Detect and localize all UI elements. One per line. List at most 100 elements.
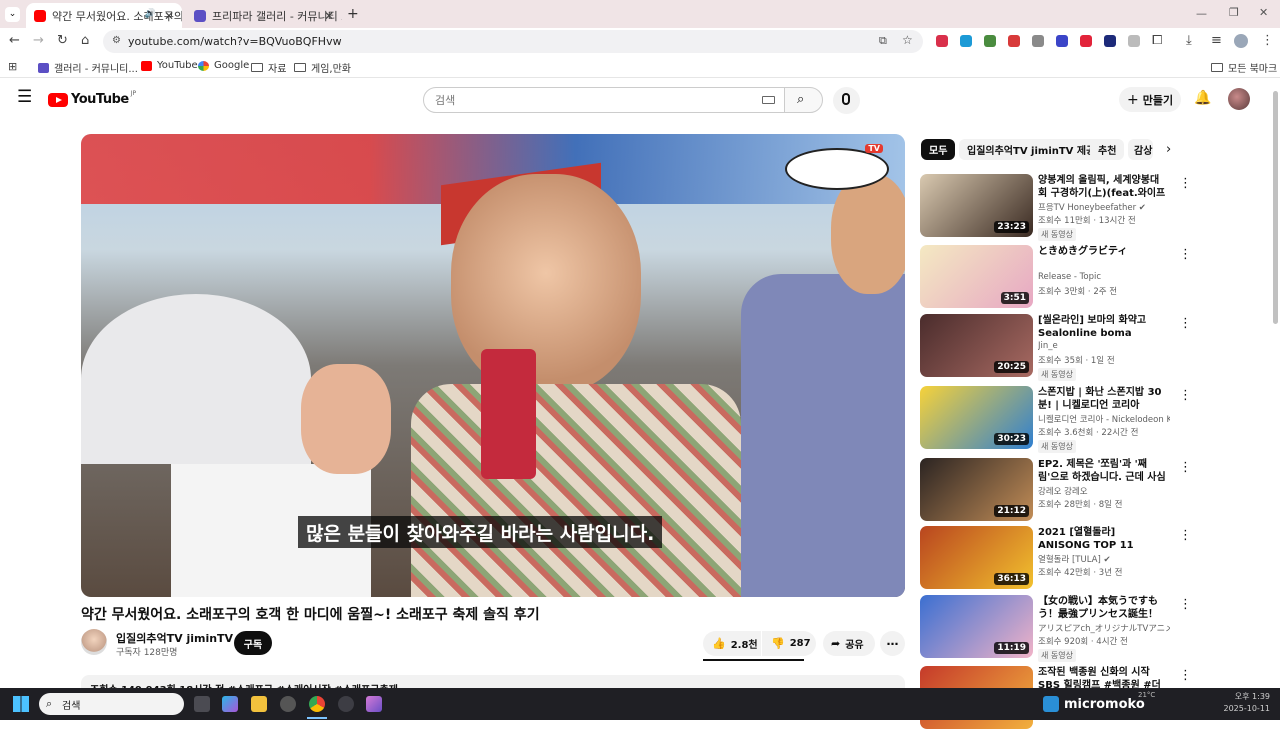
more-options-icon[interactable]: ⋮ xyxy=(1179,598,1192,611)
close-window-icon[interactable]: ✕ xyxy=(1259,6,1268,19)
bookmark-gallery[interactable]: 갤러리 - 커뮤니티... xyxy=(38,60,138,75)
extensions-puzzle-icon[interactable]: ⧠ xyxy=(1152,34,1162,47)
search-input[interactable]: 검색 xyxy=(423,87,785,113)
chip-all[interactable]: 모두 xyxy=(921,139,956,160)
chrome-icon[interactable] xyxy=(309,696,325,712)
video-thumbnail[interactable]: 11:19 xyxy=(920,595,1033,658)
extension-icon[interactable] xyxy=(1104,35,1116,47)
video-thumbnail[interactable]: 30:23 xyxy=(920,386,1033,449)
recommended-channel[interactable]: 니켈로디언 코리아 - Nickelodeon Korea xyxy=(1038,413,1170,425)
more-actions-button[interactable]: ⋯ xyxy=(880,631,905,656)
bookmark-folder-games[interactable]: 게임,만화 xyxy=(294,60,351,75)
keyboard-icon[interactable] xyxy=(762,96,775,104)
home-icon[interactable]: ⌂ xyxy=(81,34,89,47)
video-thumbnail[interactable]: 36:13 xyxy=(920,526,1033,589)
site-info-icon[interactable]: ⚙ xyxy=(112,35,121,46)
apps-grid-icon[interactable]: ⊞ xyxy=(8,60,17,73)
recommended-title[interactable]: 【女の戦い】本気うですもう！最強プリンセス誕生！【プリ... xyxy=(1038,595,1168,621)
dislike-button[interactable]: 👎 287 xyxy=(762,631,816,656)
address-bar[interactable]: ⚙ youtube.com/watch?v=BQVuoBQFHvw ⧉ ☆ xyxy=(103,30,923,53)
recommended-video[interactable]: 20:25 [씰온라인] 보마의 화약고 Sealonline boma Jin_e… xyxy=(920,314,1192,381)
windows-start-icon[interactable] xyxy=(13,696,29,712)
channel-name[interactable]: 입질의추억TV jiminTV xyxy=(116,630,233,646)
page-scrollbar[interactable] xyxy=(1271,79,1280,688)
close-tab-icon[interactable]: ✕ xyxy=(164,9,174,23)
youtube-logo[interactable]: YouTube JP xyxy=(48,90,136,107)
bookmark-youtube[interactable]: YouTube xyxy=(141,60,198,71)
chip-watched[interactable]: 감상 xyxy=(1128,139,1153,160)
share-button[interactable]: ➦ 공유 xyxy=(823,631,875,656)
extension-icon[interactable] xyxy=(1080,35,1092,47)
extension-icon[interactable] xyxy=(1128,35,1140,47)
bookmark-star-icon[interactable]: ☆ xyxy=(902,33,913,47)
recommended-video[interactable]: 21:12 EP2. 제목은 '쪼림'과 '째림'으로 하겠습니다. 근데 사심을… xyxy=(920,458,1192,522)
more-options-icon[interactable]: ⋮ xyxy=(1179,248,1192,261)
chrome-menu-icon[interactable]: ⋮ xyxy=(1261,34,1274,47)
extension-icon[interactable] xyxy=(1008,35,1020,47)
search-button[interactable]: ⌕ xyxy=(784,87,823,113)
new-tab-icon[interactable]: + xyxy=(347,6,359,22)
voice-search-button[interactable] xyxy=(833,87,860,114)
all-bookmarks[interactable]: 모든 북마크 xyxy=(1211,60,1277,75)
recommended-video[interactable]: 11:19 【女の戦い】本気うですもう！最強プリンセス誕生！【プリ... アリスピア… xyxy=(920,595,1192,662)
video-thumbnail[interactable]: 20:25 xyxy=(920,314,1033,377)
recommended-channel[interactable]: 강레오 강레오 xyxy=(1038,485,1170,497)
recommended-channel[interactable]: アリスピアch_オリジナルTVアニメ「プ... xyxy=(1038,622,1170,634)
more-options-icon[interactable]: ⋮ xyxy=(1179,177,1192,190)
recommended-channel[interactable]: 열혈돌라 [TULA] ✔ xyxy=(1038,553,1170,565)
tab-gallery[interactable]: 프리파라 갤러리 - 커뮤니티 포 ✕ xyxy=(186,3,342,28)
back-icon[interactable]: ← xyxy=(9,34,20,47)
tab-youtube[interactable]: 약간 무서웠어요. 소래포구의 🔊 ✕ xyxy=(26,3,182,28)
weather-temperature[interactable]: 21°C xyxy=(1138,691,1155,699)
download-icon[interactable]: ⤓ xyxy=(1186,34,1192,47)
audio-playing-icon[interactable]: 🔊 xyxy=(145,9,156,19)
recommended-channel[interactable]: Jin_e xyxy=(1038,341,1170,351)
profile-avatar-icon[interactable] xyxy=(1234,34,1248,48)
video-thumbnail[interactable]: 23:23 xyxy=(920,174,1033,237)
subscribe-button[interactable]: 구독 xyxy=(234,631,272,655)
chip-from-channel[interactable]: 입질의추억TV jiminTV 제공 xyxy=(959,139,1104,160)
restore-icon[interactable]: ❐ xyxy=(1229,6,1239,19)
more-options-icon[interactable]: ⋮ xyxy=(1179,669,1192,682)
channel-avatar[interactable] xyxy=(81,629,107,655)
extension-icon[interactable] xyxy=(960,35,972,47)
media-controls-icon[interactable]: ≡ xyxy=(1211,34,1222,47)
app-icon[interactable] xyxy=(280,696,296,712)
recommended-video[interactable]: 23:23 양봉계의 올림픽, 세계양봉대회 구경하기(上)(feat.와이프올)… xyxy=(920,174,1192,241)
chevron-right-icon[interactable]: › xyxy=(1166,142,1171,157)
forward-icon[interactable]: → xyxy=(33,34,44,47)
hamburger-menu-icon[interactable]: ☰ xyxy=(17,89,32,106)
extension-icon[interactable] xyxy=(936,35,948,47)
recommended-title[interactable]: 스폰지밥 | 화난 스폰지밥 30분! | 니켈로디언 코리아 xyxy=(1038,386,1168,412)
extension-icon[interactable] xyxy=(984,35,996,47)
recommended-title[interactable]: ときめきグラビティ xyxy=(1038,245,1168,258)
recommended-title[interactable]: [씰온라인] 보마의 화약고 Sealonline boma xyxy=(1038,314,1168,340)
more-options-icon[interactable]: ⋮ xyxy=(1179,389,1192,402)
app-icon[interactable] xyxy=(366,696,382,712)
recommended-video[interactable]: 3:51 ときめきグラビティ Release - Topic 조회수 3만회 · 2주… xyxy=(920,245,1192,309)
scrollbar-thumb[interactable] xyxy=(1273,91,1278,324)
micromoko-widget[interactable]: micromoko xyxy=(1043,694,1145,714)
notifications-bell-icon[interactable]: 🔔 xyxy=(1194,90,1211,106)
close-tab-icon[interactable]: ✕ xyxy=(324,9,334,23)
system-clock[interactable]: 오후 1:39 2025-10-11 xyxy=(1218,691,1271,715)
recommended-title[interactable]: 양봉계의 올림픽, 세계양봉대회 구경하기(上)(feat.와이프올) xyxy=(1038,174,1168,200)
recommended-channel[interactable]: Release - Topic xyxy=(1038,272,1170,282)
more-options-icon[interactable]: ⋮ xyxy=(1179,461,1192,474)
video-thumbnail[interactable]: 3:51 xyxy=(920,245,1033,308)
bookmark-folder-resources[interactable]: 자료 xyxy=(251,60,286,75)
tab-search-icon[interactable]: ⌄ xyxy=(5,7,20,22)
recommended-channel[interactable]: 프응TV Honeybeefather ✔ xyxy=(1038,201,1170,213)
account-avatar[interactable] xyxy=(1228,88,1250,110)
like-button[interactable]: 👍 2.8천 xyxy=(703,631,761,656)
recommended-title[interactable]: 2021 [열혈돌라] ANISONG TOP 11 xyxy=(1038,526,1168,552)
create-button[interactable]: + 만들기 xyxy=(1119,87,1181,112)
app-icon[interactable] xyxy=(338,696,354,712)
file-explorer-icon[interactable] xyxy=(251,696,267,712)
taskbar-search-input[interactable]: ⌕ 검색 xyxy=(39,693,184,715)
extension-icon[interactable] xyxy=(1032,35,1044,47)
bookmark-google[interactable]: Google xyxy=(198,60,249,71)
task-view-icon[interactable] xyxy=(194,696,210,712)
minimize-icon[interactable]: — xyxy=(1196,7,1207,20)
cast-icon[interactable]: ⧉ xyxy=(879,34,887,48)
